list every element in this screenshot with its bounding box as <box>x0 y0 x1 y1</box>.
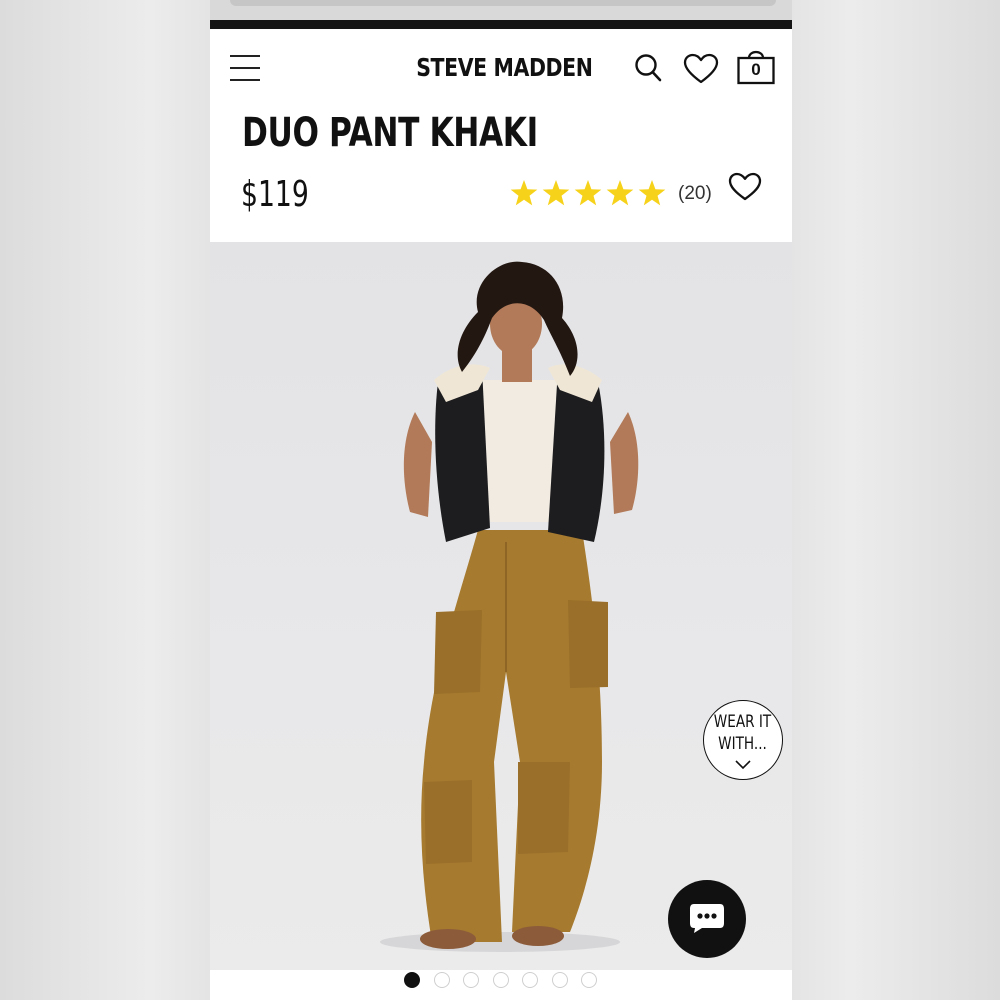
promo-bar <box>210 20 792 29</box>
browser-chrome <box>210 0 792 22</box>
gallery-dot[interactable] <box>581 972 597 988</box>
star-icon <box>574 180 602 206</box>
star-icon <box>638 180 666 206</box>
product-price: $119 <box>241 174 309 215</box>
chat-icon <box>690 904 724 933</box>
heart-icon[interactable] <box>683 53 719 85</box>
gallery-dot[interactable] <box>522 972 538 988</box>
address-bar[interactable] <box>230 0 776 6</box>
star-icon <box>606 180 634 206</box>
menu-icon[interactable] <box>230 55 262 83</box>
gallery-pagination <box>210 970 792 1000</box>
chat-button[interactable] <box>668 880 746 958</box>
star-icon <box>510 180 538 206</box>
star-rating <box>510 180 666 206</box>
gallery-dot[interactable] <box>433 972 450 988</box>
gallery-dot[interactable] <box>492 972 509 988</box>
gallery-dot[interactable] <box>463 972 479 988</box>
model-photo <box>380 261 639 952</box>
brand-logo[interactable]: STEVE MADDEN <box>416 53 593 82</box>
review-count[interactable]: (20) <box>678 183 712 205</box>
site-header: STEVE MADDEN 0 <box>210 29 792 109</box>
search-icon[interactable] <box>634 53 662 83</box>
product-image[interactable] <box>210 242 792 970</box>
star-icon <box>542 180 570 206</box>
gallery-dot[interactable] <box>404 972 420 988</box>
shopping-bag-icon[interactable]: 0 <box>736 47 776 87</box>
chevron-down-icon <box>735 760 751 770</box>
heart-icon[interactable] <box>728 172 762 202</box>
bag-count: 0 <box>751 60 761 79</box>
mobile-screen: STEVE MADDEN 0 DUO PANT KHAKI $119 (20) <box>210 0 792 1000</box>
product-title: DUO PANT KHAKI <box>242 110 538 156</box>
wear-it-with-label: WEAR IT WITH... <box>713 712 772 754</box>
gallery-dot[interactable] <box>551 972 568 988</box>
wear-it-with-button[interactable]: WEAR IT WITH... <box>703 700 783 780</box>
